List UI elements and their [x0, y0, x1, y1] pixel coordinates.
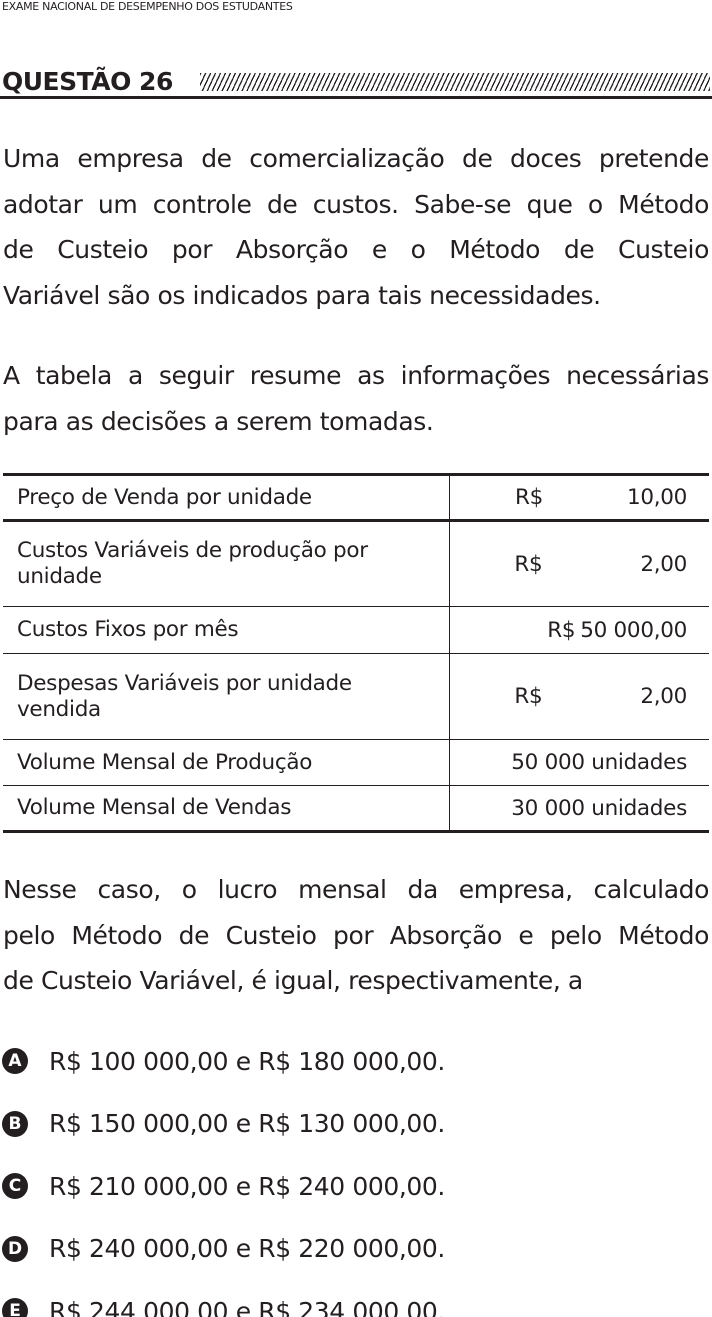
row-amount: 10,00	[626, 485, 687, 510]
table-row: Volume Mensal de Vendas 30 000 unidades	[3, 785, 709, 832]
prompt-line: de Custeio Variável, é igual, respectiva…	[3, 966, 583, 995]
option-a[interactable]: A R$ 100 000,00 e R$ 180 000,00.	[2, 1030, 710, 1093]
header-rule	[0, 96, 712, 99]
question-header: QUESTÃO 26	[0, 62, 712, 104]
exam-page: EXAME NACIONAL DE DESEMPENHO DOS ESTUDAN…	[0, 0, 712, 1317]
option-letter-badge: E	[2, 1298, 28, 1317]
answer-options: A R$ 100 000,00 e R$ 180 000,00. B R$ 15…	[2, 1030, 710, 1317]
option-text: R$ 210 000,00 e R$ 240 000,00.	[49, 1171, 445, 1201]
row-value: 50 000 unidades	[449, 739, 709, 786]
intro-paragraph: Uma empresa de comercialização de doces …	[3, 136, 709, 318]
row-value: 30 000 unidades	[449, 785, 709, 832]
option-b[interactable]: B R$ 150 000,00 e R$ 130 000,00.	[2, 1093, 710, 1156]
row-currency: R$	[514, 684, 543, 709]
row-label: Volume Mensal de Produção	[3, 739, 450, 786]
option-text: R$ 240 000,00 e R$ 220 000,00.	[49, 1234, 445, 1264]
option-text: R$ 244 000,00 e R$ 234 000,00.	[49, 1296, 445, 1317]
row-value: R$ 2,00	[449, 653, 709, 740]
row-label: Custos Variáveis de produção por unidade	[3, 519, 450, 607]
option-e[interactable]: E R$ 244 000,00 e R$ 234 000,00.	[2, 1280, 710, 1317]
intro-line: de Custeio por Absorção e o Método de Cu…	[3, 235, 709, 264]
table-intro-line: para as decisões a serem tomadas.	[3, 406, 434, 436]
table-row: Preço de Venda por unidade R$ 10,00	[3, 474, 709, 521]
row-currency: R$	[514, 551, 543, 577]
row-currency: R$	[514, 485, 543, 510]
row-currency: R$	[547, 617, 576, 643]
cost-table: Preço de Venda por unidade R$ 10,00 Custo…	[3, 473, 709, 833]
row-amount: 2,00	[640, 684, 687, 709]
running-head: EXAME NACIONAL DE DESEMPENHO DOS ESTUDAN…	[2, 0, 293, 13]
row-value: R$ 10,00	[449, 475, 709, 521]
table-row: Despesas Variáveis por unidade vendida R…	[3, 653, 709, 740]
question-title: QUESTÃO 26	[2, 67, 173, 96]
table-row: Volume Mensal de Produção 50 000 unidade…	[3, 739, 709, 786]
table-row: Custos Variáveis de produção por unidade…	[3, 519, 709, 607]
prompt-line: pelo Método de Custeio por Absorção e pe…	[3, 920, 709, 950]
row-amount: 30 000 unidades	[511, 795, 687, 821]
row-amount: 50 000 unidades	[511, 750, 687, 775]
row-amount: 50 000,00	[580, 617, 687, 643]
row-value: R$ 50 000,00	[449, 606, 709, 654]
option-letter-badge: C	[2, 1173, 28, 1200]
row-label: Volume Mensal de Vendas	[3, 785, 450, 832]
row-label: Preço de Venda por unidade	[3, 474, 450, 521]
option-letter-badge: A	[2, 1048, 28, 1075]
row-label: Despesas Variáveis por unidade vendida	[3, 653, 450, 740]
intro-line: adotar um controle de custos. Sabe-se qu…	[3, 189, 709, 219]
option-c[interactable]: C R$ 210 000,00 e R$ 240 000,00.	[2, 1155, 710, 1218]
row-value: R$ 2,00	[449, 519, 709, 607]
row-amount: 2,00	[640, 551, 687, 577]
option-d[interactable]: D R$ 240 000,00 e R$ 220 000,00.	[2, 1218, 710, 1281]
hatch-decoration	[200, 73, 710, 91]
table-intro-paragraph: A tabela a seguir resume as informações …	[3, 353, 709, 444]
option-letter-badge: D	[2, 1235, 28, 1262]
prompt-line: Nesse caso, o lucro mensal da empresa, c…	[3, 875, 709, 904]
intro-line: Uma empresa de comercialização de doces …	[3, 144, 709, 173]
table-row: Custos Fixos por mês R$ 50 000,00	[3, 606, 709, 654]
prompt-paragraph: Nesse caso, o lucro mensal da empresa, c…	[3, 867, 709, 1004]
option-text: R$ 100 000,00 e R$ 180 000,00.	[49, 1046, 445, 1076]
table-intro-line: A tabela a seguir resume as informações …	[3, 361, 709, 390]
row-label: Custos Fixos por mês	[3, 606, 450, 654]
option-letter-badge: B	[2, 1110, 28, 1137]
intro-line: Variável são os indicados para tais nece…	[3, 280, 601, 310]
option-text: R$ 150 000,00 e R$ 130 000,00.	[49, 1109, 445, 1139]
